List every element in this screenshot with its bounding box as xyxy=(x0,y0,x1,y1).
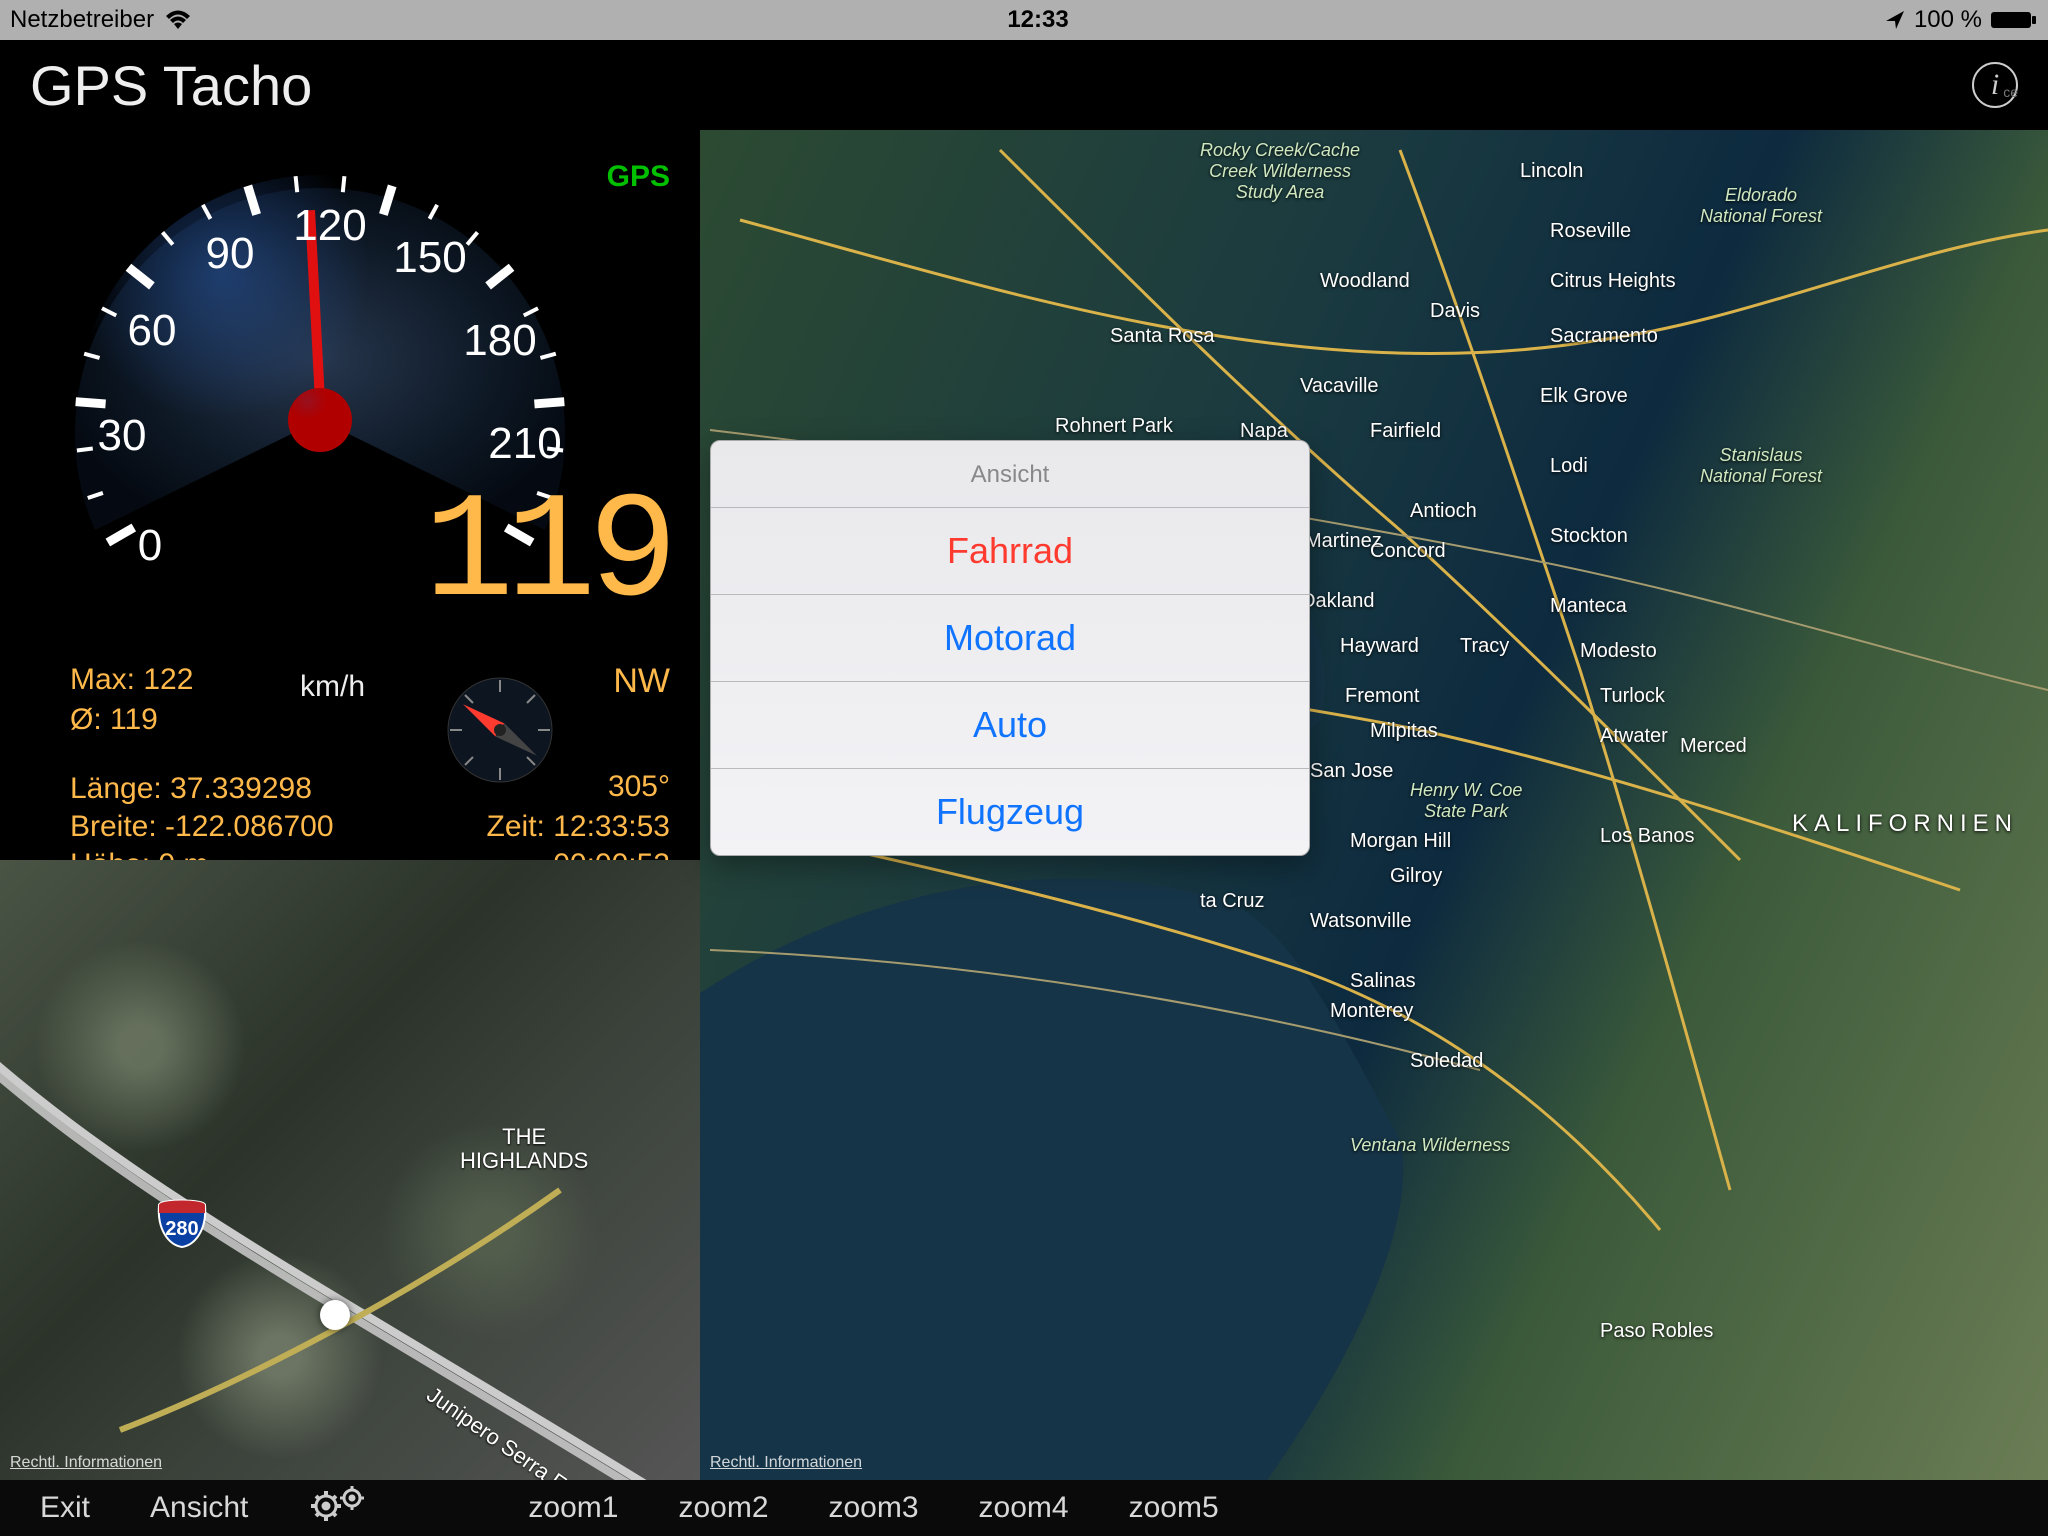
carrier-label: Netzbetreiber xyxy=(10,6,154,34)
bottom-toolbar: Exit Ansicht zoom1 zoom2 zoom3 zoom4 zoo… xyxy=(0,1480,2048,1536)
battery-percent: 100 % xyxy=(1914,6,1982,34)
zoom3-button[interactable]: zoom3 xyxy=(829,1491,919,1525)
ansicht-button[interactable]: Ansicht xyxy=(150,1491,248,1525)
exit-button[interactable]: Exit xyxy=(40,1491,90,1525)
action-sheet-item-fahrrad[interactable]: Fahrrad xyxy=(711,507,1309,594)
location-services-icon xyxy=(1884,9,1906,31)
settings-gears-icon[interactable] xyxy=(308,1484,368,1532)
status-time: 12:33 xyxy=(1007,6,1068,34)
action-sheet-title: Ansicht xyxy=(711,441,1309,507)
zoom4-button[interactable]: zoom4 xyxy=(979,1491,1069,1525)
zoom2-button[interactable]: zoom2 xyxy=(678,1491,768,1525)
action-sheet-item-auto[interactable]: Auto xyxy=(711,681,1309,768)
action-sheet-item-flugzeug[interactable]: Flugzeug xyxy=(711,768,1309,855)
status-bar: Netzbetreiber 12:33 100 % xyxy=(0,0,2048,40)
wifi-icon xyxy=(164,9,192,31)
action-sheet-ansicht: Ansicht FahrradMotoradAutoFlugzeug xyxy=(710,440,1310,856)
action-sheet-item-motorad[interactable]: Motorad xyxy=(711,594,1309,681)
zoom1-button[interactable]: zoom1 xyxy=(528,1491,618,1525)
battery-icon xyxy=(1990,9,2038,31)
zoom5-button[interactable]: zoom5 xyxy=(1129,1491,1219,1525)
